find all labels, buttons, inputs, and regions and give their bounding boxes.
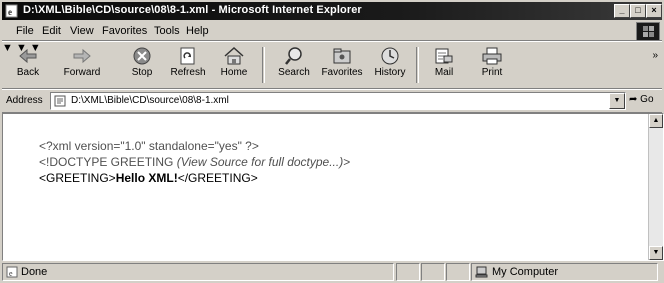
status-panel-main: e Done bbox=[2, 263, 394, 281]
go-label: Go bbox=[640, 94, 654, 105]
toolbar-more-chevron[interactable]: » bbox=[652, 50, 658, 61]
favorites-icon bbox=[333, 48, 351, 64]
search-icon bbox=[285, 47, 302, 65]
doctype-suffix: > bbox=[343, 155, 351, 169]
doctype-prefix: <!DOCTYPE GREETING bbox=[39, 155, 177, 169]
back-arrow-icon bbox=[19, 48, 37, 64]
address-value: D:\XML\Bible\CD\source\08\8-1.xml bbox=[71, 95, 229, 106]
svg-text:e: e bbox=[8, 7, 12, 17]
forward-label: Forward bbox=[63, 67, 101, 78]
history-icon bbox=[381, 47, 399, 65]
back-label: Back bbox=[16, 67, 40, 78]
vertical-scrollbar[interactable]: ▲ ▼ bbox=[648, 114, 663, 260]
refresh-label: Refresh bbox=[170, 67, 206, 78]
mail-icon bbox=[435, 48, 453, 64]
forward-button[interactable]: Forward bbox=[60, 44, 104, 86]
menu-file[interactable]: File bbox=[16, 25, 34, 37]
menu-tools[interactable]: Tools bbox=[154, 25, 180, 37]
menu-bar: File Edit View Favorites Tools Help bbox=[2, 22, 662, 41]
history-label: History bbox=[374, 67, 406, 78]
toolbar-separator bbox=[416, 47, 419, 83]
address-label: Address bbox=[6, 95, 43, 106]
svg-text:e: e bbox=[9, 269, 13, 278]
go-arrow-icon: ➦ bbox=[629, 94, 638, 105]
status-panel-4 bbox=[446, 263, 470, 281]
mail-button[interactable]: Mail bbox=[422, 44, 466, 86]
menu-favorites[interactable]: Favorites bbox=[102, 25, 147, 37]
scroll-up-button[interactable]: ▲ bbox=[649, 114, 663, 128]
view-source-hint: (View Source for full doctype...) bbox=[176, 155, 344, 169]
menu-view[interactable]: View bbox=[70, 25, 94, 37]
ie-page-icon: e bbox=[6, 266, 18, 278]
close-button[interactable]: × bbox=[646, 4, 662, 18]
xml-source: <?xml version="1.0" standalone="yes" ?> … bbox=[39, 138, 350, 186]
title-bar[interactable]: e D:\XML\Bible\CD\source\08\8-1.xml - Mi… bbox=[2, 2, 662, 20]
history-button[interactable]: History bbox=[368, 44, 412, 86]
zone-text: My Computer bbox=[492, 266, 559, 278]
status-panel-2 bbox=[396, 263, 420, 281]
home-icon bbox=[224, 46, 244, 65]
refresh-icon bbox=[180, 47, 195, 65]
address-dropdown-button[interactable]: ▼ bbox=[609, 93, 625, 109]
browser-window: e D:\XML\Bible\CD\source\08\8-1.xml - Mi… bbox=[0, 0, 664, 283]
status-bar: e Done My Computer bbox=[2, 262, 662, 281]
home-button[interactable]: Home bbox=[212, 44, 256, 86]
greeting-open-tag: <GREETING> bbox=[39, 171, 116, 185]
print-button[interactable]: Print bbox=[470, 44, 514, 86]
xml-declaration-line: <?xml version="1.0" standalone="yes" ?> bbox=[39, 139, 259, 153]
address-bar: Address D:\XML\Bible\CD\source\08\8-1.xm… bbox=[2, 89, 662, 113]
refresh-button[interactable]: Refresh bbox=[166, 44, 210, 86]
windows-throbber-icon bbox=[636, 22, 660, 41]
stop-button[interactable]: Stop bbox=[120, 44, 164, 86]
greeting-line: <GREETING>Hello XML!</GREETING> bbox=[39, 170, 350, 186]
greeting-text: Hello XML! bbox=[115, 171, 178, 185]
window-title: D:\XML\Bible\CD\source\08\8-1.xml - Micr… bbox=[23, 4, 362, 16]
stop-icon bbox=[133, 47, 151, 65]
favorites-button[interactable]: Favorites bbox=[320, 44, 364, 86]
scroll-down-button[interactable]: ▼ bbox=[649, 246, 663, 260]
address-input[interactable]: D:\XML\Bible\CD\source\08\8-1.xml ▼ bbox=[50, 92, 626, 110]
back-button[interactable]: Back bbox=[6, 44, 50, 86]
status-panel-3 bbox=[421, 263, 445, 281]
print-label: Print bbox=[481, 67, 503, 78]
mail-label: Mail bbox=[434, 67, 454, 78]
toolbar-separator bbox=[262, 47, 265, 83]
search-button[interactable]: Search bbox=[272, 44, 316, 86]
document-view[interactable]: <?xml version="1.0" standalone="yes" ?> … bbox=[2, 113, 664, 261]
doctype-line: <!DOCTYPE GREETING (View Source for full… bbox=[39, 154, 350, 170]
ie-page-icon: e bbox=[5, 4, 18, 18]
standard-toolbar: Back ▼ Forward ▼ Stop Refresh Home Searc… bbox=[2, 41, 662, 89]
menu-edit[interactable]: Edit bbox=[42, 25, 61, 37]
print-icon bbox=[482, 47, 502, 65]
home-label: Home bbox=[220, 67, 248, 78]
computer-icon bbox=[475, 266, 488, 278]
stop-label: Stop bbox=[131, 67, 153, 78]
search-label: Search bbox=[278, 67, 310, 78]
greeting-close-tag: </GREETING> bbox=[177, 171, 258, 185]
minimize-button[interactable]: _ bbox=[614, 4, 630, 18]
favorites-label: Favorites bbox=[321, 67, 363, 78]
menu-help[interactable]: Help bbox=[186, 25, 209, 37]
xml-file-icon bbox=[54, 95, 66, 107]
maximize-button[interactable]: □ bbox=[630, 4, 646, 18]
forward-arrow-icon bbox=[73, 48, 91, 64]
status-text: Done bbox=[21, 266, 48, 278]
status-zone-panel: My Computer bbox=[471, 263, 658, 281]
go-button[interactable]: ➦ Go bbox=[629, 94, 654, 105]
